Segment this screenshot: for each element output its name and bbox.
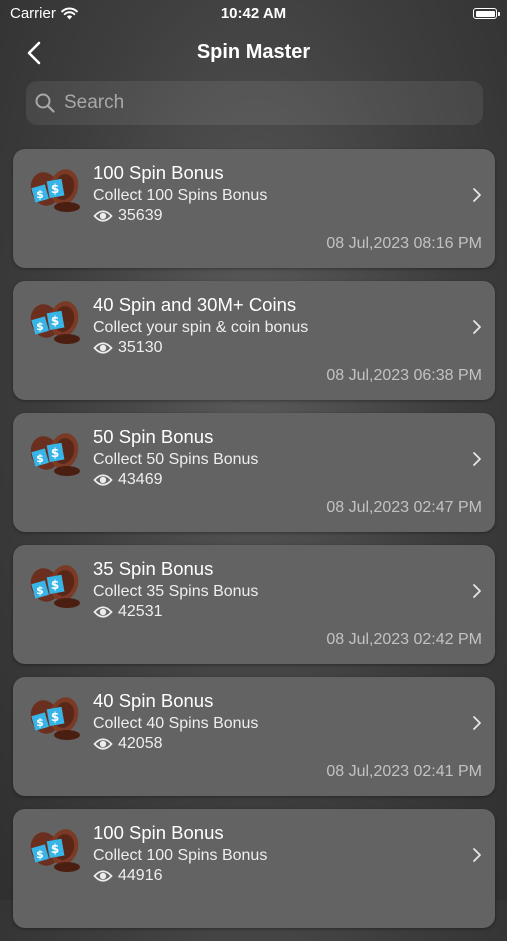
view-count: 35639: [93, 207, 163, 225]
item-title: 100 Spin Bonus: [93, 822, 224, 843]
view-count: 44916: [93, 867, 163, 885]
view-count-value: 42058: [118, 735, 163, 752]
eye-icon: [93, 474, 113, 486]
search-input[interactable]: [62, 91, 466, 115]
item-subtitle: Collect 35 Spins Bonus: [93, 583, 259, 600]
view-count: 42058: [93, 735, 163, 753]
bonus-list-item[interactable]: $ $ 50 Spin Bonus Collect 50 Spins Bonus…: [13, 413, 495, 532]
search-bar[interactable]: [26, 81, 483, 125]
spin-coin-icon: $ $: [30, 697, 80, 740]
bonus-list-item[interactable]: $ $ 35 Spin Bonus Collect 35 Spins Bonus…: [13, 545, 495, 664]
view-count-value: 44916: [118, 867, 163, 884]
status-time: 10:42 AM: [220, 5, 287, 22]
chevron-right-icon: [473, 848, 481, 862]
bonus-list-item[interactable]: $ $ 40 Spin and 30M+ Coins Collect your …: [13, 281, 495, 400]
svg-text:$: $: [51, 842, 59, 856]
eye-icon: [93, 210, 113, 222]
svg-text:$: $: [36, 584, 44, 597]
spin-coin-icon: $ $: [30, 565, 80, 608]
item-subtitle: Collect your spin & coin bonus: [93, 319, 309, 336]
bonus-list-item[interactable]: $ $ 100 Spin Bonus Collect 100 Spins Bon…: [13, 149, 495, 268]
chevron-right-icon: [473, 452, 481, 466]
svg-text:$: $: [51, 314, 59, 328]
view-count: 35130: [93, 339, 163, 357]
spin-coin-icon: $ $: [30, 169, 80, 212]
item-date: 08 Jul,2023 02:41 PM: [326, 763, 482, 780]
svg-text:$: $: [51, 710, 59, 724]
chevron-right-icon: [473, 716, 481, 730]
svg-text:$: $: [36, 320, 44, 333]
eye-icon: [93, 342, 113, 354]
item-title: 40 Spin and 30M+ Coins: [93, 294, 297, 315]
item-title: 50 Spin Bonus: [93, 426, 214, 447]
svg-text:$: $: [51, 578, 59, 592]
svg-text:$: $: [36, 452, 44, 465]
item-subtitle: Collect 40 Spins Bonus: [93, 715, 259, 732]
magnifier-icon: [35, 93, 55, 113]
svg-text:$: $: [36, 716, 44, 729]
view-count-value: 35130: [118, 339, 163, 356]
page-title: Spin Master: [196, 41, 311, 63]
chevron-right-icon: [473, 188, 481, 202]
spin-coin-icon: $ $: [30, 433, 80, 476]
bonus-list-item[interactable]: $ $ 100 Spin Bonus Collect 100 Spins Bon…: [13, 809, 495, 928]
item-subtitle: Collect 100 Spins Bonus: [93, 187, 268, 204]
view-count-value: 42531: [118, 603, 163, 620]
navigation-bar: Spin Master: [0, 30, 507, 76]
status-bar: Carrier 10:42 AM: [0, 0, 507, 28]
bonus-list-item[interactable]: $ $ 40 Spin Bonus Collect 40 Spins Bonus…: [13, 677, 495, 796]
item-date: 08 Jul,2023 02:42 PM: [326, 631, 482, 648]
view-count-value: 43469: [118, 471, 163, 488]
item-subtitle: Collect 50 Spins Bonus: [93, 451, 259, 468]
battery-icon: [473, 8, 500, 19]
item-title: 40 Spin Bonus: [93, 690, 214, 711]
svg-text:$: $: [36, 188, 44, 201]
chevron-right-icon: [473, 584, 481, 598]
eye-icon: [93, 738, 113, 750]
chevron-right-icon: [473, 320, 481, 334]
item-title: 100 Spin Bonus: [93, 162, 224, 183]
view-count: 42531: [93, 603, 163, 621]
svg-text:$: $: [51, 446, 59, 460]
eye-icon: [93, 606, 113, 618]
spin-coin-icon: $ $: [30, 301, 80, 344]
item-date: 08 Jul,2023 02:47 PM: [326, 499, 482, 516]
view-count: 43469: [93, 471, 163, 489]
view-count-value: 35639: [118, 207, 163, 224]
eye-icon: [93, 870, 113, 882]
item-date: 08 Jul,2023 06:38 PM: [326, 367, 482, 384]
spin-coin-icon: $ $: [30, 829, 80, 872]
svg-text:$: $: [51, 182, 59, 196]
svg-text:$: $: [36, 848, 44, 861]
item-date: 08 Jul,2023 08:16 PM: [326, 235, 482, 252]
bonus-list: $ $ 100 Spin Bonus Collect 100 Spins Bon…: [13, 149, 495, 941]
item-title: 35 Spin Bonus: [93, 558, 214, 579]
item-subtitle: Collect 100 Spins Bonus: [93, 847, 268, 864]
